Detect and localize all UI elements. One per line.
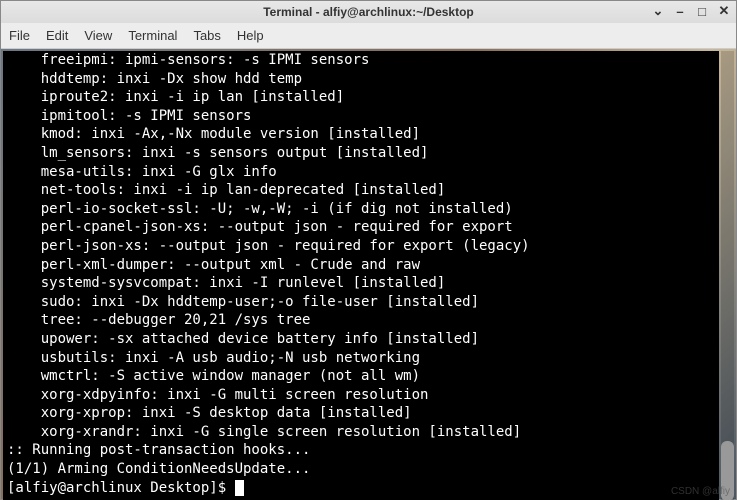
menubar: File Edit View Terminal Tabs Help <box>1 23 736 49</box>
menu-edit[interactable]: Edit <box>46 28 68 43</box>
terminal-window: Terminal - alfiy@archlinux:~/Desktop ⌄ –… <box>0 0 737 500</box>
menu-view[interactable]: View <box>84 28 112 43</box>
dropdown-button[interactable]: ⌄ <box>650 3 666 19</box>
menu-terminal[interactable]: Terminal <box>128 28 177 43</box>
minimize-button[interactable]: – <box>672 3 688 19</box>
terminal-prompt: [alfiy@archlinux Desktop]$ <box>7 480 235 496</box>
terminal-area: freeipmi: ipmi-sensors: -s IPMI sensors … <box>1 49 736 499</box>
menu-help[interactable]: Help <box>237 28 264 43</box>
titlebar: Terminal - alfiy@archlinux:~/Desktop ⌄ –… <box>1 1 736 23</box>
maximize-button[interactable]: □ <box>694 3 710 19</box>
terminal-viewport[interactable]: freeipmi: ipmi-sensors: -s IPMI sensors … <box>3 51 719 500</box>
menu-file[interactable]: File <box>9 28 30 43</box>
close-button[interactable]: ✕ <box>716 3 732 19</box>
scrollbar[interactable] <box>721 51 734 500</box>
watermark: CSDN @alfiy <box>671 486 730 497</box>
terminal-cursor <box>235 480 244 496</box>
window-title: Terminal - alfiy@archlinux:~/Desktop <box>263 5 474 19</box>
titlebar-controls: ⌄ – □ ✕ <box>650 3 732 19</box>
menu-tabs[interactable]: Tabs <box>193 28 220 43</box>
